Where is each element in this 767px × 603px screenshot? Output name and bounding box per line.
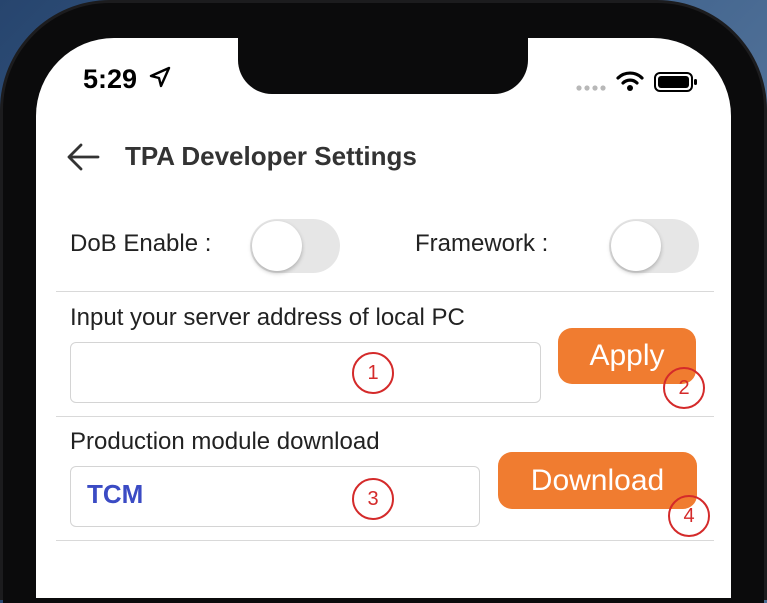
dob-enable-label: DoB Enable : <box>70 230 212 257</box>
divider <box>56 291 714 292</box>
battery-icon <box>654 72 697 92</box>
phone-screen: 5:29 TPA Developer Settings DoB Enable :… <box>36 38 731 598</box>
divider <box>56 416 714 417</box>
framework-label: Framework : <box>415 230 549 257</box>
status-time: 5:29 <box>83 64 138 94</box>
page-title: TPA Developer Settings <box>125 141 417 171</box>
annotation-marker-2: 2 <box>663 367 705 409</box>
divider <box>56 540 714 541</box>
framework-toggle[interactable] <box>609 219 699 273</box>
wifi-icon <box>616 71 644 91</box>
production-module-label: Production module download <box>70 428 380 455</box>
back-arrow-icon[interactable] <box>66 142 100 172</box>
signal-icon <box>576 85 606 91</box>
location-arrow-icon <box>149 66 171 88</box>
production-module-value: TCM <box>87 479 144 509</box>
annotation-marker-4: 4 <box>668 495 710 537</box>
download-button[interactable]: Download <box>498 452 697 509</box>
notch <box>238 38 528 94</box>
server-address-label: Input your server address of local PC <box>70 304 465 331</box>
annotation-marker-3: 3 <box>352 478 394 520</box>
server-address-input[interactable] <box>70 342 541 403</box>
toggle-knob <box>611 221 661 271</box>
dob-enable-toggle[interactable] <box>250 219 340 273</box>
production-module-input[interactable]: TCM <box>70 466 480 527</box>
annotation-marker-1: 1 <box>352 352 394 394</box>
toggle-knob <box>252 221 302 271</box>
